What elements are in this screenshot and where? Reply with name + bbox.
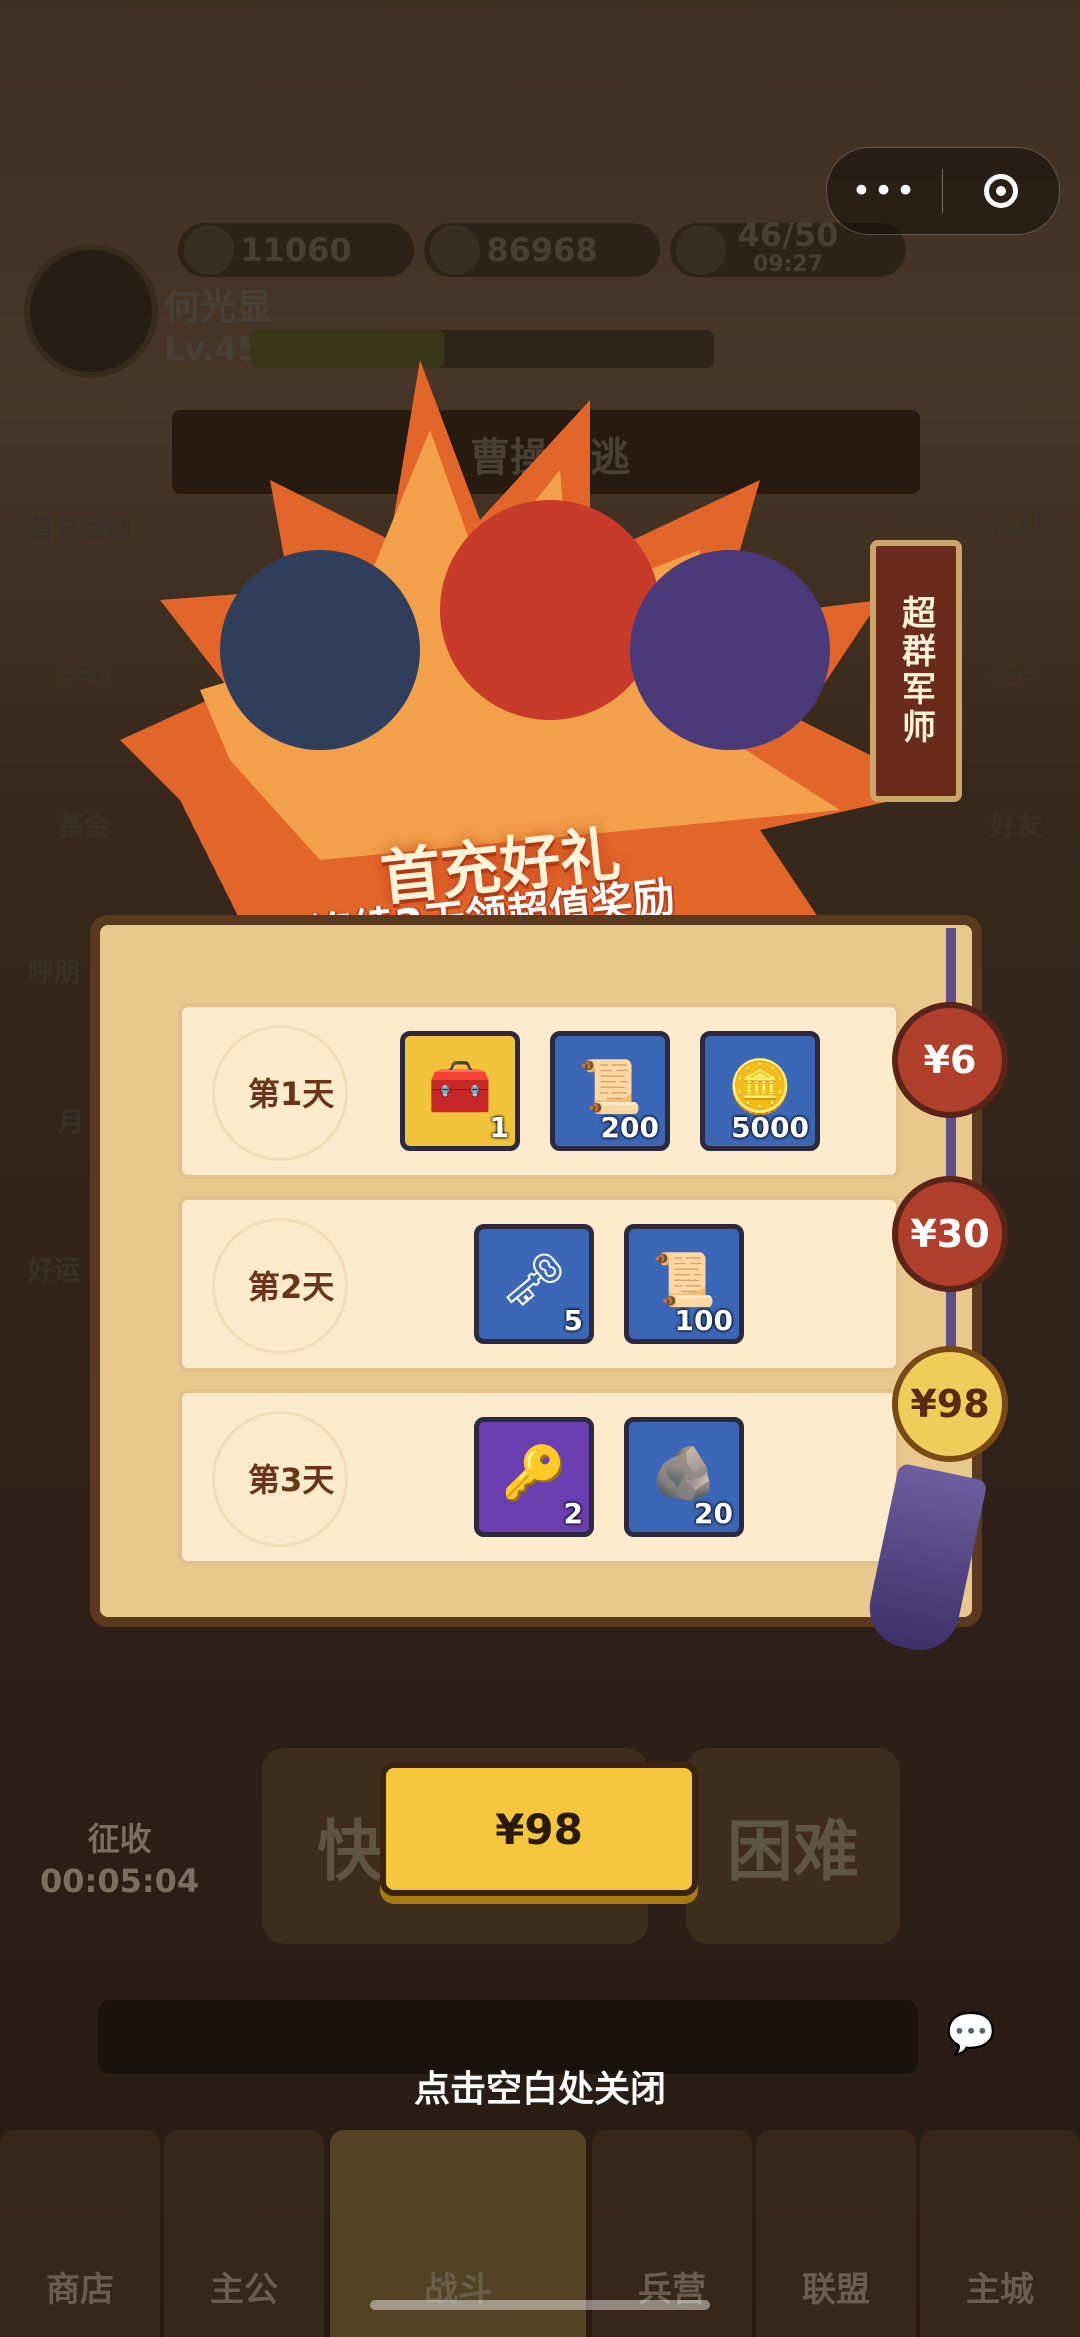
strategist-hero-art xyxy=(220,550,420,750)
copper-coin-icon: 🪙 xyxy=(727,1057,793,1118)
reward-count: 2 xyxy=(563,1497,583,1530)
quick-battle-label: 快 xyxy=(317,1813,383,1890)
levy-label: 征收 xyxy=(87,1820,152,1858)
levy-countdown: 00:05:04 xyxy=(40,1862,200,1900)
reward-count: 1 xyxy=(489,1111,509,1144)
reward-count: 5000 xyxy=(731,1111,809,1144)
reward-item[interactable]: 🪨 20 xyxy=(624,1417,744,1537)
hard-mode-button[interactable]: 困难 xyxy=(686,1748,900,1944)
reward-item[interactable]: 📜 200 xyxy=(550,1031,670,1151)
reward-row-day3: 第3天 🔑 2 🪨 20 xyxy=(178,1389,900,1565)
close-miniprogram-button[interactable] xyxy=(943,174,1058,208)
nav-alliance[interactable]: 联盟 xyxy=(756,2130,916,2337)
home-indicator xyxy=(370,2300,710,2310)
reward-item[interactable]: 📜 100 xyxy=(624,1224,744,1344)
levy-timer[interactable]: 征收 00:05:04 xyxy=(40,1818,199,1902)
hero-tag-sign: 超群军师 xyxy=(870,540,962,802)
tier-medal-98-selected[interactable]: ¥98 xyxy=(892,1346,1008,1462)
reward-item[interactable]: 🪙 5000 xyxy=(700,1031,820,1151)
reward-count: 20 xyxy=(694,1497,733,1530)
nav-shop[interactable]: 商店 xyxy=(0,2130,160,2337)
silver-key-icon: 🗝 xyxy=(500,1250,568,1311)
nav-main-city[interactable]: 主城 xyxy=(920,2130,1080,2337)
reward-count: 200 xyxy=(600,1111,659,1144)
reward-row-day1: 第1天 🧰 1 📜 200 🪙 5000 xyxy=(178,1003,900,1179)
reward-item[interactable]: 🔑 2 xyxy=(474,1417,594,1537)
day-label: 第3天 xyxy=(248,1461,335,1499)
nav-lord[interactable]: 主公 xyxy=(164,2130,324,2337)
purchase-button[interactable]: ¥98 xyxy=(380,1762,698,1896)
gold-key-icon: 🔑 xyxy=(501,1443,567,1504)
chat-bubble-icon[interactable]: 💬 xyxy=(946,2010,996,2057)
day-label: 第1天 xyxy=(248,1075,335,1113)
tier-medal-6[interactable]: ¥6 xyxy=(892,1002,1008,1118)
reward-count: 5 xyxy=(563,1304,583,1337)
reward-count: 100 xyxy=(674,1304,733,1337)
reward-item[interactable]: 🗝 5 xyxy=(474,1224,594,1344)
target-ring-icon xyxy=(983,174,1018,208)
mystery-scroll-icon: 📜 xyxy=(651,1250,717,1311)
reward-item[interactable]: 🧰 1 xyxy=(400,1031,520,1151)
heroine-art xyxy=(440,500,660,720)
hard-mode-label: 困难 xyxy=(727,1813,859,1890)
close-hint: 点击空白处关闭 xyxy=(413,2069,666,2110)
mystery-scroll-icon: 📜 xyxy=(577,1057,643,1118)
dark-warrior-art xyxy=(630,550,830,750)
tier-medal-30[interactable]: ¥30 xyxy=(892,1176,1008,1292)
more-options-icon[interactable]: ••• xyxy=(827,171,942,211)
day-label: 第2天 xyxy=(248,1268,335,1306)
reward-row-day2: 第2天 🗝 5 📜 100 xyxy=(178,1196,900,1372)
iron-ore-icon: 🪨 xyxy=(651,1443,717,1504)
treasure-chest-icon: 🧰 xyxy=(427,1057,493,1118)
miniprogram-capsule: ••• xyxy=(826,147,1060,235)
hero-tag-text: 超群军师 xyxy=(895,595,936,747)
